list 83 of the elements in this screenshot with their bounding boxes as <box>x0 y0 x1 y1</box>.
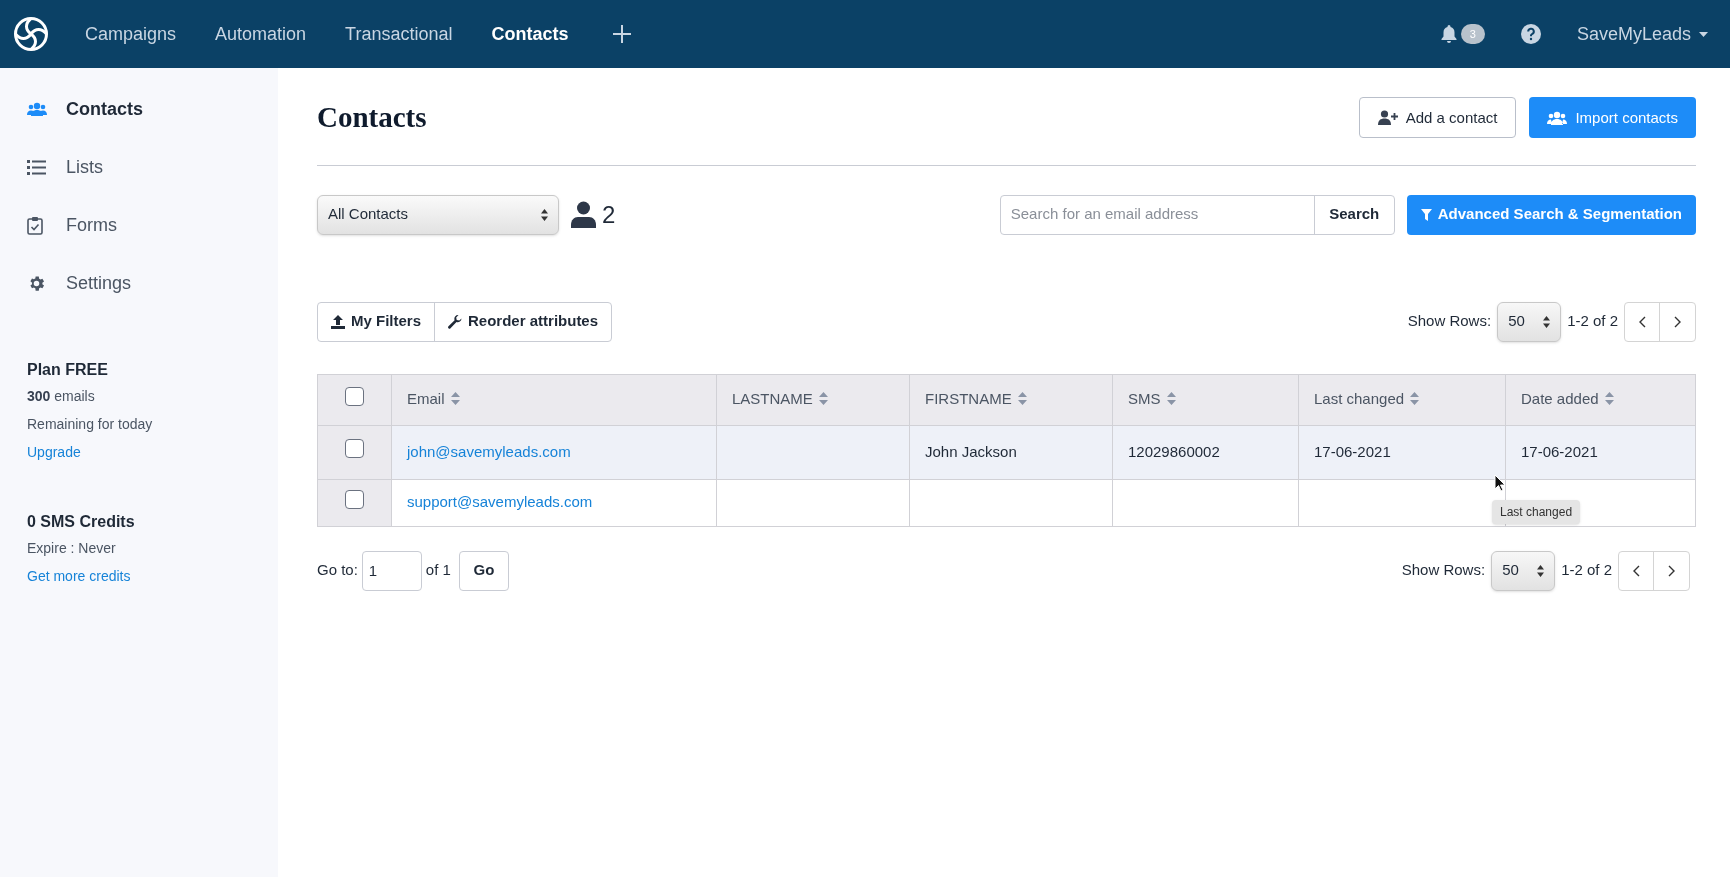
logo-icon[interactable] <box>13 16 49 52</box>
email-search-field[interactable]: Search for an email address Search <box>999 194 1395 235</box>
chevron-left-icon <box>1632 564 1640 577</box>
chevron-right-icon <box>1674 315 1681 328</box>
spinner-arrows-icon <box>1537 564 1545 577</box>
person-icon <box>571 201 596 228</box>
table-row[interactable]: john@savemyleads.com John Jackson 12029860002 17-06-2021 17-06-2021 <box>317 425 1696 479</box>
table-cell: John Jackson <box>925 442 1017 460</box>
clipboard-check-icon <box>27 215 43 235</box>
column-header[interactable]: Email <box>391 374 717 425</box>
sms-credits-title: 0 SMS Credits <box>27 512 136 532</box>
reorder-attributes-button[interactable]: Reorder attributes <box>435 302 612 341</box>
page-range: 1-2 of 2 <box>1567 311 1618 332</box>
filter-icon <box>1420 208 1432 221</box>
sidebar-item[interactable]: Lists <box>0 138 278 196</box>
page-title: Contacts <box>317 100 427 135</box>
emails-remaining: 300 emails <box>27 387 96 406</box>
checkbox[interactable] <box>345 489 364 509</box>
column-header[interactable]: LASTNAME <box>716 374 910 425</box>
plus-icon <box>611 24 632 44</box>
cursor-icon <box>1494 473 1506 492</box>
sidebar-item[interactable]: Settings <box>0 254 278 312</box>
chevron-right-icon <box>1668 564 1675 577</box>
help-icon <box>1520 24 1541 44</box>
spinner-arrows-icon <box>1543 315 1551 328</box>
bell-icon <box>1440 25 1457 43</box>
column-header[interactable]: FIRSTNAME <box>909 374 1113 425</box>
sidebar-item[interactable]: Contacts <box>0 80 278 138</box>
column-header[interactable]: Last changed <box>1298 374 1506 425</box>
show-rows-label: Show Rows: <box>1407 311 1492 332</box>
nav-link[interactable]: Transactional <box>345 20 453 48</box>
sort-icon[interactable] <box>1166 392 1176 406</box>
notification-count: 3 <box>1460 24 1485 44</box>
sort-icon[interactable] <box>450 392 460 406</box>
sort-icon[interactable] <box>1017 392 1027 406</box>
contact-count: 2 <box>602 199 616 230</box>
rows-per-page-select[interactable]: 50 <box>1491 550 1556 591</box>
page-number-field[interactable]: 1 <box>361 550 422 591</box>
page-total: of 1 <box>425 560 451 581</box>
add-tab-button[interactable] <box>611 24 632 44</box>
spinner-arrows-icon <box>541 208 548 221</box>
sort-icon[interactable] <box>818 392 828 406</box>
add-person-icon <box>1377 110 1398 126</box>
nav-link[interactable]: Contacts <box>491 20 569 48</box>
sidebar-item[interactable]: Forms <box>0 196 278 254</box>
people-icon <box>27 102 47 116</box>
my-filters-button[interactable]: My Filters <box>318 302 436 341</box>
sort-icon[interactable] <box>1410 392 1420 406</box>
caret-icon <box>1699 31 1708 37</box>
expire-note: Expire : Never <box>27 539 117 558</box>
list-icon <box>27 159 46 175</box>
checkbox[interactable] <box>345 439 364 458</box>
plan-title: Plan FREE <box>27 360 109 380</box>
chevron-left-icon <box>1638 315 1646 328</box>
email-link[interactable]: john@savemyleads.com <box>407 442 571 460</box>
table-cell: 17-06-2021 <box>1314 442 1391 460</box>
help-button[interactable] <box>1520 24 1541 44</box>
remaining-note: Remaining for today <box>27 415 154 434</box>
nav-link[interactable]: Campaigns <box>85 20 177 48</box>
get-credits-link[interactable]: Get more credits <box>27 566 131 594</box>
wrench-icon <box>448 314 463 329</box>
upgrade-link[interactable]: Upgrade <box>27 442 81 470</box>
column-header[interactable]: Date added <box>1505 374 1696 425</box>
show-rows-label: Show Rows: <box>1401 560 1486 581</box>
people-icon <box>1547 110 1568 125</box>
table-cell: 12029860002 <box>1128 442 1220 460</box>
table-cell: 17-06-2021 <box>1521 442 1598 460</box>
list-select[interactable]: All Contacts <box>317 194 559 235</box>
sort-icon[interactable] <box>1604 392 1614 406</box>
checkbox[interactable] <box>345 386 364 406</box>
tooltip: Last changed <box>1492 499 1581 524</box>
search-button[interactable]: Search <box>1313 195 1394 234</box>
search-input: Search for an email address <box>1000 195 1314 234</box>
rows-per-page-select[interactable]: 50 <box>1497 301 1562 342</box>
go-button[interactable]: Go <box>458 550 509 591</box>
column-header[interactable]: SMS <box>1112 374 1299 425</box>
goto-label: Go to: <box>317 560 358 581</box>
account-menu[interactable]: SaveMyLeads <box>1576 20 1708 48</box>
settings-icon <box>27 273 46 293</box>
add-contact-button[interactable]: Add a contact <box>1358 97 1517 139</box>
upload-icon <box>331 314 345 329</box>
page-range: 1-2 of 2 <box>1561 560 1612 581</box>
nav-link[interactable]: Automation <box>215 20 307 48</box>
